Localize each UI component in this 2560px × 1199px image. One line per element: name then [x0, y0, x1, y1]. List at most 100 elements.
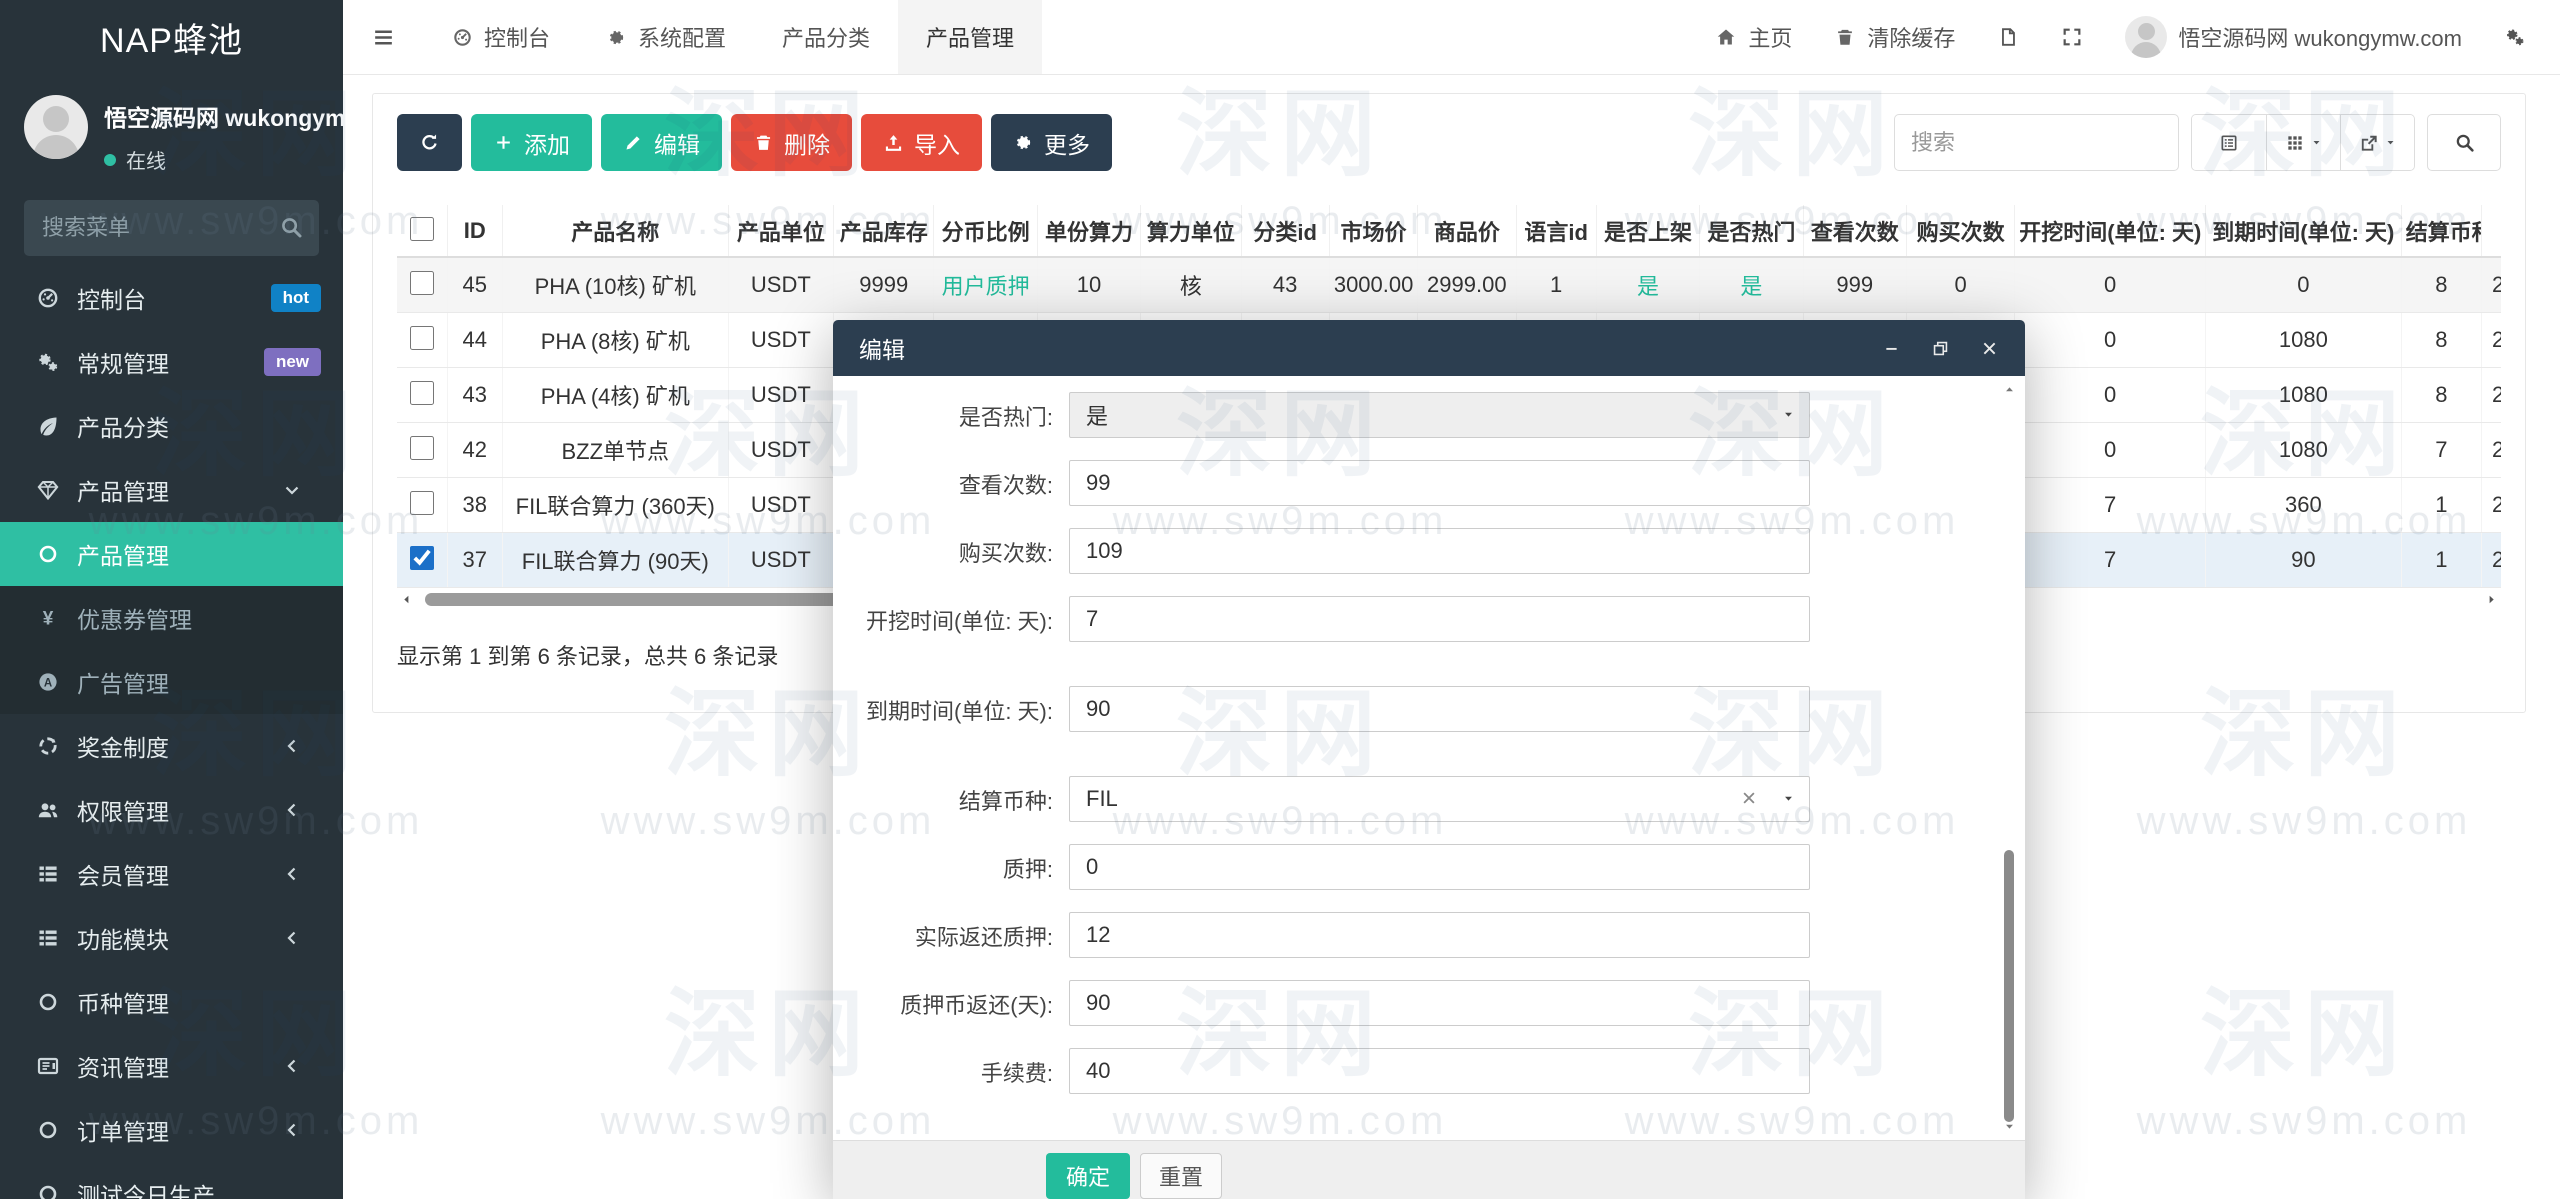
sidebar-item-8[interactable]: 权限管理	[0, 778, 343, 842]
sidebar-item-10[interactable]: 功能模块	[0, 906, 343, 970]
close-icon[interactable]	[1980, 339, 1999, 358]
column-header[interactable]: 语言id	[1516, 205, 1596, 257]
sidebar-item-3[interactable]: 产品管理	[0, 458, 343, 522]
sidebar-item-12[interactable]: 资讯管理	[0, 1034, 343, 1098]
row-checkbox[interactable]	[410, 381, 434, 405]
table-cell: USDT	[728, 532, 833, 587]
column-header[interactable]: 结算币种	[2401, 205, 2481, 257]
sidebar-item-0[interactable]: 控制台hot	[0, 266, 343, 330]
clear-cache-button[interactable]: 清除缓存	[1834, 21, 1955, 53]
refresh-button[interactable]	[397, 114, 462, 171]
scroll-up-icon[interactable]	[2002, 382, 2017, 397]
form-select[interactable]: 是	[1069, 392, 1810, 438]
sidebar-item-label: 广告管理	[77, 665, 169, 699]
minimize-icon[interactable]	[1882, 339, 1901, 358]
sidebar-item-1[interactable]: 常规管理new	[0, 330, 343, 394]
edit-button[interactable]: 编辑	[601, 114, 722, 171]
settings-gears-icon[interactable]	[2504, 26, 2526, 48]
delete-button[interactable]: 删除	[731, 114, 852, 171]
gears-icon	[32, 350, 64, 374]
select-all-checkbox[interactable]	[410, 217, 434, 241]
form-input[interactable]	[1069, 686, 1810, 732]
form-row: 结算币种:	[863, 776, 1969, 822]
columns-button[interactable]	[2266, 115, 2340, 170]
fullscreen-icon[interactable]	[2061, 26, 2083, 48]
column-header[interactable]: 分类id	[1241, 205, 1329, 257]
import-button[interactable]: 导入	[861, 114, 982, 171]
form-input[interactable]	[1069, 596, 1810, 642]
row-checkbox[interactable]	[410, 271, 434, 295]
sidebar-item-11[interactable]: 币种管理	[0, 970, 343, 1034]
modal-scrollbar[interactable]	[2001, 382, 2017, 1134]
add-button[interactable]: 添加	[471, 114, 592, 171]
search-button[interactable]	[2427, 114, 2501, 171]
column-header[interactable]: 算力单位	[1141, 205, 1241, 257]
tab-system-config[interactable]: 系统配置	[578, 0, 754, 74]
row-checkbox[interactable]	[410, 326, 434, 350]
column-header[interactable]: 产品名称	[502, 205, 728, 257]
scroll-down-icon[interactable]	[2002, 1119, 2017, 1134]
chevron-left-icon	[276, 734, 308, 758]
table-cell: 核	[1141, 257, 1241, 312]
column-header[interactable]: 商品价	[1418, 205, 1516, 257]
table-row[interactable]: 45PHA (10核) 矿机USDT9999用户质押10核433000.0029…	[397, 257, 2501, 312]
more-button[interactable]: 更多	[991, 114, 1112, 171]
form-input[interactable]	[1069, 460, 1810, 506]
column-header[interactable]: 是否热门	[1700, 205, 1803, 257]
document-icon[interactable]	[1997, 26, 2019, 48]
column-header[interactable]: 产品库存	[834, 205, 934, 257]
tab-product-management[interactable]: 产品管理	[898, 0, 1042, 74]
table-cell: 8	[2401, 257, 2481, 312]
confirm-button[interactable]: 确定	[1046, 1153, 1130, 1199]
column-header[interactable]: 产品单位	[728, 205, 833, 257]
column-header[interactable]: 是否上架	[1596, 205, 1699, 257]
sidebar-item-9[interactable]: 会员管理	[0, 842, 343, 906]
column-header[interactable]: 查看次数	[1803, 205, 1906, 257]
sidebar: NAP蜂池 悟空源码网 wukongymw.com 在线 控制台hot常规管理n…	[0, 0, 343, 1199]
sidebar-item-5[interactable]: ¥优惠券管理	[0, 586, 343, 650]
column-header[interactable]: 分币比例	[934, 205, 1037, 257]
table-search-input[interactable]	[1894, 114, 2179, 171]
home-button[interactable]: 主页	[1715, 21, 1792, 53]
scroll-right-icon[interactable]	[2484, 592, 2499, 607]
column-header[interactable]: 开挖时间(单位: 天)	[2015, 205, 2206, 257]
sidebar-item-13[interactable]: 订单管理	[0, 1098, 343, 1162]
sidebar-item-6[interactable]: A广告管理	[0, 650, 343, 714]
gear-icon	[606, 27, 627, 48]
sidebar-search-input[interactable]	[24, 200, 319, 256]
column-header[interactable]: 购买次数	[1906, 205, 2014, 257]
table-cell[interactable]: 是	[1596, 257, 1699, 312]
row-checkbox[interactable]	[410, 491, 434, 515]
form-input[interactable]	[1069, 528, 1810, 574]
form-input[interactable]	[1069, 980, 1810, 1026]
row-checkbox[interactable]	[410, 436, 434, 460]
column-header[interactable]: 到期时间(单位: 天)	[2205, 205, 2401, 257]
modal-header[interactable]: 编辑	[833, 320, 2025, 376]
form-input[interactable]	[1069, 1048, 1810, 1094]
scroll-left-icon[interactable]	[399, 592, 414, 607]
topbar-user[interactable]: 悟空源码网 wukongymw.com	[2125, 16, 2462, 58]
form-input[interactable]	[1069, 844, 1810, 890]
export-button[interactable]	[2340, 115, 2414, 170]
form-select-input[interactable]	[1069, 776, 1810, 822]
tab-product-category[interactable]: 产品分类	[754, 0, 898, 74]
column-header[interactable]	[2481, 205, 2501, 257]
table-cell[interactable]: 是	[1700, 257, 1803, 312]
detail-view-button[interactable]	[2192, 115, 2266, 170]
maximize-icon[interactable]	[1931, 339, 1950, 358]
sidebar-item-7[interactable]: 奖金制度	[0, 714, 343, 778]
hamburger-icon[interactable]	[343, 0, 424, 74]
table-cell[interactable]: 用户质押	[934, 257, 1037, 312]
sidebar-item-14[interactable]: 测试今日生产	[0, 1162, 343, 1199]
row-checkbox[interactable]	[410, 546, 434, 570]
sidebar-item-2[interactable]: 产品分类	[0, 394, 343, 458]
reset-button[interactable]: 重置	[1140, 1153, 1222, 1199]
column-header[interactable]: 单份算力	[1037, 205, 1140, 257]
table-cell: 38	[447, 477, 502, 532]
form-input[interactable]	[1069, 912, 1810, 958]
tab-console[interactable]: 控制台	[424, 0, 578, 74]
sidebar-item-4[interactable]: 产品管理	[0, 522, 343, 586]
column-header[interactable]: ID	[447, 205, 502, 257]
modal-scrollbar-thumb[interactable]	[2004, 850, 2014, 1122]
column-header[interactable]: 市场价	[1329, 205, 1417, 257]
